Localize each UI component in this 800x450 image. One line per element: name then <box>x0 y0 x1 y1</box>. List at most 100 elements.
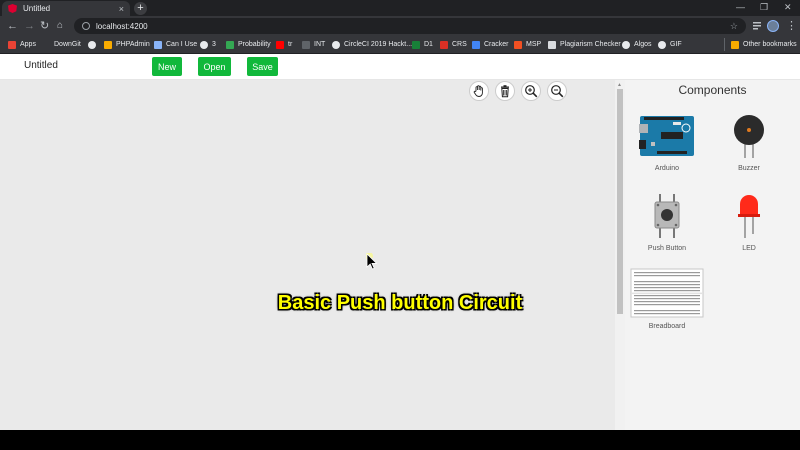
caniuse-icon <box>154 40 162 49</box>
phpadmin-icon <box>104 40 112 49</box>
component-label: Breadboard <box>648 323 686 330</box>
folder-icon <box>731 40 739 49</box>
bookmark-circleci[interactable]: CircleCI 2019 Hackt... <box>332 38 412 51</box>
bookmark-globe[interactable] <box>88 38 100 51</box>
bookmark-phpadmin[interactable]: PHPAdmin <box>104 38 150 51</box>
delete-tool-button[interactable] <box>495 81 515 101</box>
menu-kebab-icon[interactable]: ⋮ <box>786 19 797 33</box>
bookmark-label: tr <box>288 41 293 48</box>
components-title: Components <box>678 83 747 97</box>
bookmark-label: PHPAdmin <box>116 41 150 48</box>
buzzer-icon <box>734 115 764 158</box>
bookmark-label: Probability <box>238 41 271 48</box>
components-panel: Components Arduino Buzzer Push Button LE… <box>625 80 800 430</box>
video-caption: Basic Push button Circuit <box>277 292 523 314</box>
new-tab-button[interactable]: + <box>134 2 147 15</box>
reload-icon[interactable]: ↻ <box>40 19 49 33</box>
bookmark-apps[interactable]: Apps <box>8 38 36 51</box>
push-button-icon <box>654 194 680 238</box>
zoom-out-button[interactable] <box>547 81 567 101</box>
bookmark-downgit[interactable]: DownGit <box>54 38 81 51</box>
circuit-workspace[interactable] <box>0 80 615 430</box>
scroll-up-icon[interactable]: ▲ <box>617 82 622 88</box>
browser-tab[interactable]: Untitled × <box>2 1 130 16</box>
bookmark-label: GIF <box>670 41 682 48</box>
minimize-icon[interactable]: — <box>736 2 745 12</box>
zoom-in-button[interactable] <box>521 81 541 101</box>
bookmark-label: Plagiarism Checker <box>560 41 621 48</box>
bookmark-plagiarism[interactable]: Plagiarism Checker <box>548 38 621 51</box>
project-title[interactable]: Untitled <box>24 60 58 71</box>
github-icon <box>200 40 208 49</box>
profile-avatar[interactable] <box>767 20 779 34</box>
address-bar[interactable]: localhost:4200 ☆ <box>74 18 746 34</box>
bookmark-probability[interactable]: Probability <box>226 38 271 51</box>
pan-tool-button[interactable] <box>469 81 489 101</box>
save-button[interactable]: Save <box>247 57 278 76</box>
arduino-board-icon <box>639 116 694 156</box>
bookmark-label: Cracker <box>484 41 509 48</box>
restore-icon[interactable]: ❐ <box>760 2 768 13</box>
globe-icon <box>88 40 96 49</box>
bookmark-crs[interactable]: CRS <box>440 38 467 51</box>
bookmarks-bar: Apps DownGit PHPAdmin Can I Use 3 Probab… <box>0 36 800 54</box>
bookmark-label: DownGit <box>54 41 81 48</box>
component-label: Arduino <box>654 165 680 172</box>
bookmark-github-3[interactable]: 3 <box>200 38 216 51</box>
angular-favicon-icon <box>8 4 17 13</box>
bookmark-cracker[interactable]: Cracker <box>472 38 509 51</box>
bookmark-caniuse[interactable]: Can I Use <box>154 38 197 51</box>
mouse-cursor-icon <box>366 253 378 270</box>
bookmark-algos[interactable]: Algos <box>622 38 652 51</box>
component-buzzer[interactable]: Buzzer <box>719 114 779 172</box>
bookmark-gif[interactable]: GIF <box>658 38 682 51</box>
bookmark-tr[interactable]: tr <box>276 38 292 51</box>
bookmark-d1[interactable]: D1 <box>412 38 433 51</box>
leaf-icon <box>226 40 234 49</box>
bookmark-msp[interactable]: MSP <box>514 38 541 51</box>
microsoft-icon <box>514 40 522 49</box>
bookmark-label: Apps <box>20 41 36 48</box>
bookmark-label: INT <box>314 41 326 48</box>
d1-icon <box>412 40 420 49</box>
browser-toolbar: ← → ↻ ⌂ localhost:4200 ☆ ⋮ <box>0 16 800 36</box>
bookmark-label: Can I Use <box>166 41 198 48</box>
zoom-in-icon <box>525 85 538 98</box>
tab-title: Untitled <box>23 4 51 13</box>
site-info-icon[interactable] <box>82 22 90 30</box>
bookmark-label: D1 <box>424 41 433 48</box>
led-icon <box>738 195 760 238</box>
github-icon <box>622 40 630 49</box>
url-text: localhost:4200 <box>96 21 148 31</box>
browser-tab-bar: Untitled × + — ❐ ✕ <box>0 0 800 16</box>
bookmark-int[interactable]: INT <box>302 38 325 51</box>
tab-close-icon[interactable]: × <box>119 4 124 14</box>
back-icon[interactable]: ← <box>7 19 18 33</box>
workspace-scrollbar[interactable]: ▲ <box>615 80 625 430</box>
component-arduino[interactable]: Arduino <box>637 114 697 172</box>
trash-icon <box>501 85 509 98</box>
component-label: Buzzer <box>738 165 760 172</box>
bookmark-star-icon[interactable]: ☆ <box>730 21 738 32</box>
new-button[interactable]: New <box>152 57 182 76</box>
scrollbar-thumb[interactable] <box>617 89 623 314</box>
circleci-icon <box>332 40 340 49</box>
youtube-icon <box>276 40 284 49</box>
hand-icon <box>473 85 483 97</box>
other-bookmarks[interactable]: Other bookmarks <box>724 38 797 51</box>
bookmark-label: MSP <box>526 41 542 48</box>
component-push-button[interactable]: Push Button <box>637 194 697 252</box>
plagiarism-icon <box>548 40 556 49</box>
component-label: LED <box>742 245 756 252</box>
forward-icon[interactable]: → <box>24 19 35 33</box>
component-led[interactable]: LED <box>719 194 779 252</box>
media-control-icon[interactable] <box>752 19 764 33</box>
taskbar-strip <box>0 430 800 450</box>
open-button[interactable]: Open <box>198 57 231 76</box>
zoom-out-icon <box>551 85 564 98</box>
globe-icon <box>658 40 666 49</box>
home-icon[interactable]: ⌂ <box>57 19 63 33</box>
close-window-icon[interactable]: ✕ <box>784 2 792 13</box>
cracker-icon <box>472 40 480 49</box>
screen: Untitled × + — ❐ ✕ ← → ↻ ⌂ localhost:420… <box>0 0 800 450</box>
